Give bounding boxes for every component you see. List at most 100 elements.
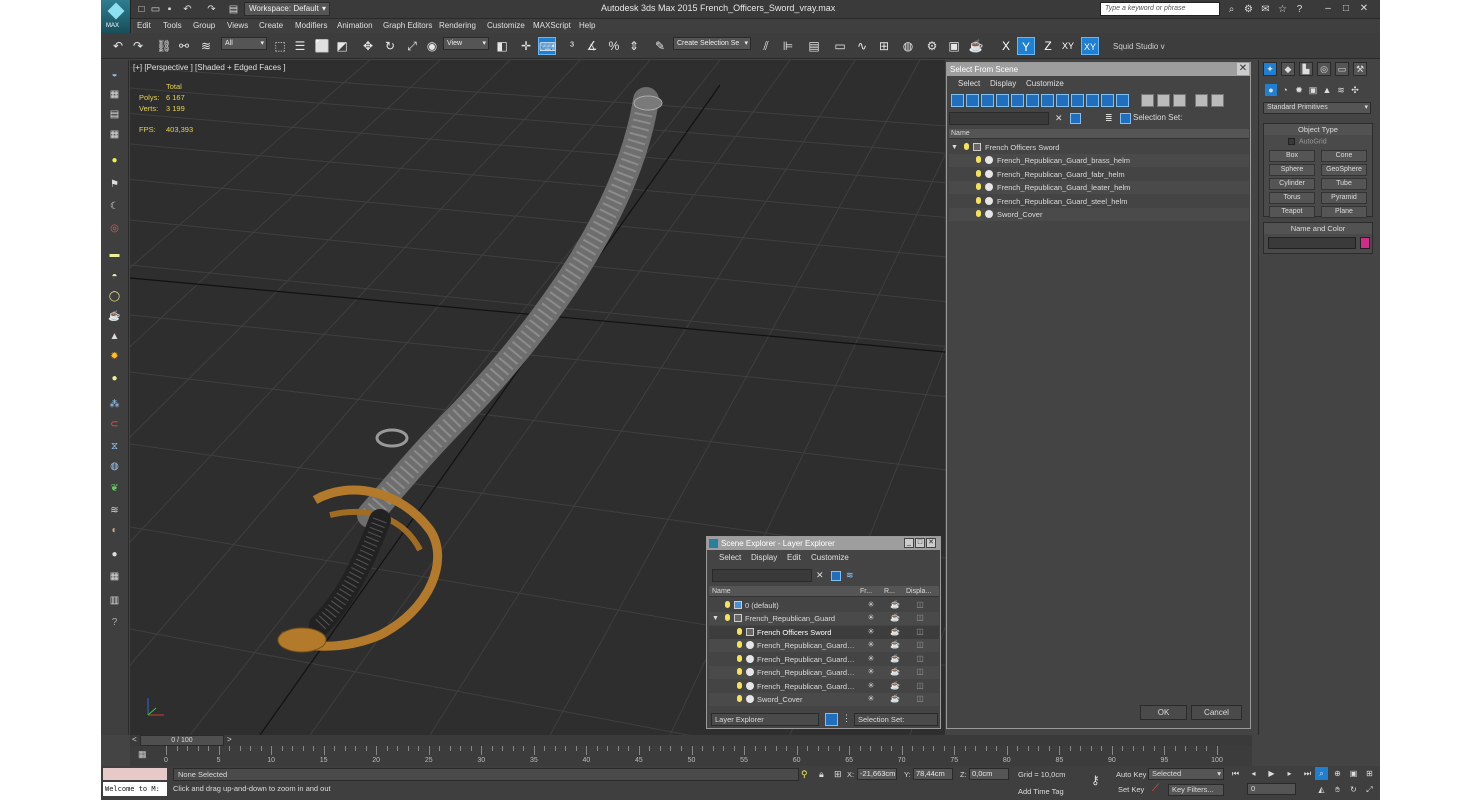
effects-icon[interactable]: ◎ <box>107 222 122 236</box>
keyboard-shortcut-override-icon[interactable]: ⌨ <box>538 37 556 55</box>
key-icon[interactable]: ⚷ <box>1091 773 1100 787</box>
list-item[interactable]: French_Republican_Guard_steel_helm <box>949 195 1249 208</box>
menu-help[interactable]: Help <box>579 21 595 30</box>
autogrid-checkbox[interactable]: AutoGrid <box>1288 138 1327 145</box>
select-invert-icon[interactable] <box>1173 94 1186 107</box>
restrict-xy-button[interactable]: XY <box>1059 37 1077 55</box>
layer-manager-icon[interactable]: ▤ <box>805 37 823 55</box>
close-icon[interactable]: ✕ <box>926 538 936 548</box>
freeze-icon[interactable]: ✳ <box>867 628 875 636</box>
bind-space-warp-icon[interactable]: ≋ <box>197 37 215 55</box>
clear-icon[interactable]: ✕ <box>816 570 824 581</box>
list-item[interactable]: Sword_Cover <box>949 208 1249 221</box>
render-icon[interactable]: ☕ <box>890 695 900 703</box>
display-geometry-icon[interactable] <box>951 94 964 107</box>
menu-edit[interactable]: Edit <box>137 21 151 30</box>
cancel-button[interactable]: Cancel <box>1191 705 1242 720</box>
table-row[interactable]: French_Republican_Guard_... ✳ ☕ ◫ <box>709 680 939 693</box>
teapot-button[interactable]: Teapot <box>1269 206 1315 218</box>
sphere-icon[interactable]: ◯ <box>107 290 122 304</box>
display-lights-icon[interactable] <box>981 94 994 107</box>
cone-button[interactable]: Cone <box>1321 150 1367 162</box>
light-icon[interactable]: ● <box>107 154 122 168</box>
zoom-extents-icon[interactable]: ▣ <box>1347 767 1360 780</box>
restrict-x-button[interactable]: X <box>997 37 1015 55</box>
time-slider-thumb[interactable]: 0 / 100 <box>140 735 224 746</box>
maxscript-listener-output[interactable] <box>103 768 167 780</box>
freeze-icon[interactable]: ✳ <box>867 655 875 663</box>
workspace-dropdown[interactable]: Workspace: Default ▾ <box>244 2 330 16</box>
bones-icon[interactable]: ⧖ <box>107 440 122 454</box>
snaps-toggle-icon[interactable]: ³ <box>563 37 581 55</box>
dome-icon[interactable]: ◓ <box>107 270 122 284</box>
display-cameras-icon[interactable] <box>996 94 1009 107</box>
auto-key-button[interactable]: Auto Key <box>1116 770 1146 779</box>
orbit-icon[interactable]: ↻ <box>1347 783 1360 796</box>
object-color-swatch[interactable] <box>1360 237 1370 249</box>
sphere-button[interactable]: Sphere <box>1269 164 1315 176</box>
magnet-icon[interactable]: ⊂ <box>107 418 122 432</box>
menu-edit[interactable]: Edit <box>787 553 801 562</box>
menu-animation[interactable]: Animation <box>337 21 373 30</box>
scale-icon[interactable]: ⤢ <box>403 37 421 55</box>
cylinder-button[interactable]: Cylinder <box>1269 178 1315 190</box>
render-setup-icon[interactable]: ⚙ <box>923 37 941 55</box>
layer-icon[interactable]: ▤ <box>107 108 122 122</box>
undo-icon[interactable]: ↶ <box>181 3 194 16</box>
explorer-dropdown[interactable]: Layer Explorer <box>711 713 819 726</box>
box-button[interactable]: Box <box>1269 150 1315 162</box>
column-render[interactable]: R... <box>884 586 895 597</box>
application-button[interactable]: MAX <box>101 0 131 33</box>
play-icon[interactable]: ▶ <box>1265 767 1278 780</box>
plane-button[interactable]: Plane <box>1321 206 1367 218</box>
render-icon[interactable]: ⚑ <box>107 178 122 192</box>
display-icon[interactable]: ◫ <box>916 601 924 609</box>
open-file-icon[interactable]: ▭ <box>149 3 162 16</box>
display-helpers-icon[interactable] <box>1011 94 1024 107</box>
previous-frame-icon[interactable]: ◂ <box>1247 767 1260 780</box>
render-icon[interactable]: ☕ <box>890 655 900 663</box>
maximize-icon[interactable]: □ <box>915 538 925 548</box>
key-filter-icon[interactable]: ⟋ <box>1152 783 1159 794</box>
menu-customize[interactable]: Customize <box>487 21 525 30</box>
menu-create[interactable]: Create <box>259 21 283 30</box>
maxscript-listener-input[interactable]: Welcome to M: <box>103 782 167 796</box>
panel-icon[interactable]: ▥ <box>107 594 122 608</box>
redo-icon[interactable]: ↷ <box>205 3 218 16</box>
cone-icon[interactable]: ▲ <box>107 330 122 344</box>
plant-icon[interactable]: ❦ <box>107 482 122 496</box>
restrict-z-button[interactable]: Z <box>1039 37 1057 55</box>
add-time-tag[interactable]: Add Time Tag <box>1018 787 1064 796</box>
mirror-icon[interactable]: ⫽ <box>757 37 775 55</box>
search-icon[interactable]: ⌕ <box>1225 3 1238 16</box>
ok-button[interactable]: OK <box>1140 705 1187 720</box>
select-by-name-icon[interactable]: ☰ <box>291 37 309 55</box>
go-to-end-icon[interactable]: ⏭ <box>1301 767 1314 780</box>
placement-icon[interactable]: ◉ <box>423 37 441 55</box>
menu-select[interactable]: Select <box>719 553 741 562</box>
menu-maxscript[interactable]: MAXScript <box>533 21 571 30</box>
new-file-icon[interactable]: □ <box>135 3 148 16</box>
table-row[interactable]: Sword_Cover ✳ ☕ ◫ <box>709 693 939 706</box>
motion-tab-icon[interactable]: ◎ <box>1317 62 1331 76</box>
column-frozen[interactable]: Fr... <box>860 586 872 597</box>
object-name-field[interactable] <box>1268 237 1356 249</box>
clear-icon[interactable]: ✕ <box>1055 113 1063 124</box>
find-field[interactable] <box>949 112 1049 125</box>
table-row[interactable]: 0 (default) ✳ ☕ ◫ <box>709 599 939 612</box>
favorites-icon[interactable]: ☆ <box>1276 3 1289 16</box>
zoom-all-icon[interactable]: ⊕ <box>1331 767 1344 780</box>
light-bulb-icon[interactable] <box>725 601 730 608</box>
table-icon[interactable]: ▦ <box>107 570 122 584</box>
restrict-y-button[interactable]: Y <box>1017 37 1035 55</box>
y-coordinate-field[interactable]: 78,44cm <box>913 768 953 780</box>
named-selection-dropdown[interactable]: Create Selection Se ▾ <box>673 37 751 50</box>
help-icon[interactable]: ? <box>1293 3 1306 16</box>
angle-snap-icon[interactable]: ∡ <box>583 37 601 55</box>
select-all-icon[interactable] <box>1141 94 1154 107</box>
light-bulb-icon[interactable] <box>976 197 981 204</box>
column-name[interactable]: Name <box>712 586 731 597</box>
light-bulb-icon[interactable] <box>976 156 981 163</box>
light-bulb-icon[interactable] <box>737 641 742 648</box>
zoom-extents-all-icon[interactable]: ⊞ <box>1363 767 1376 780</box>
